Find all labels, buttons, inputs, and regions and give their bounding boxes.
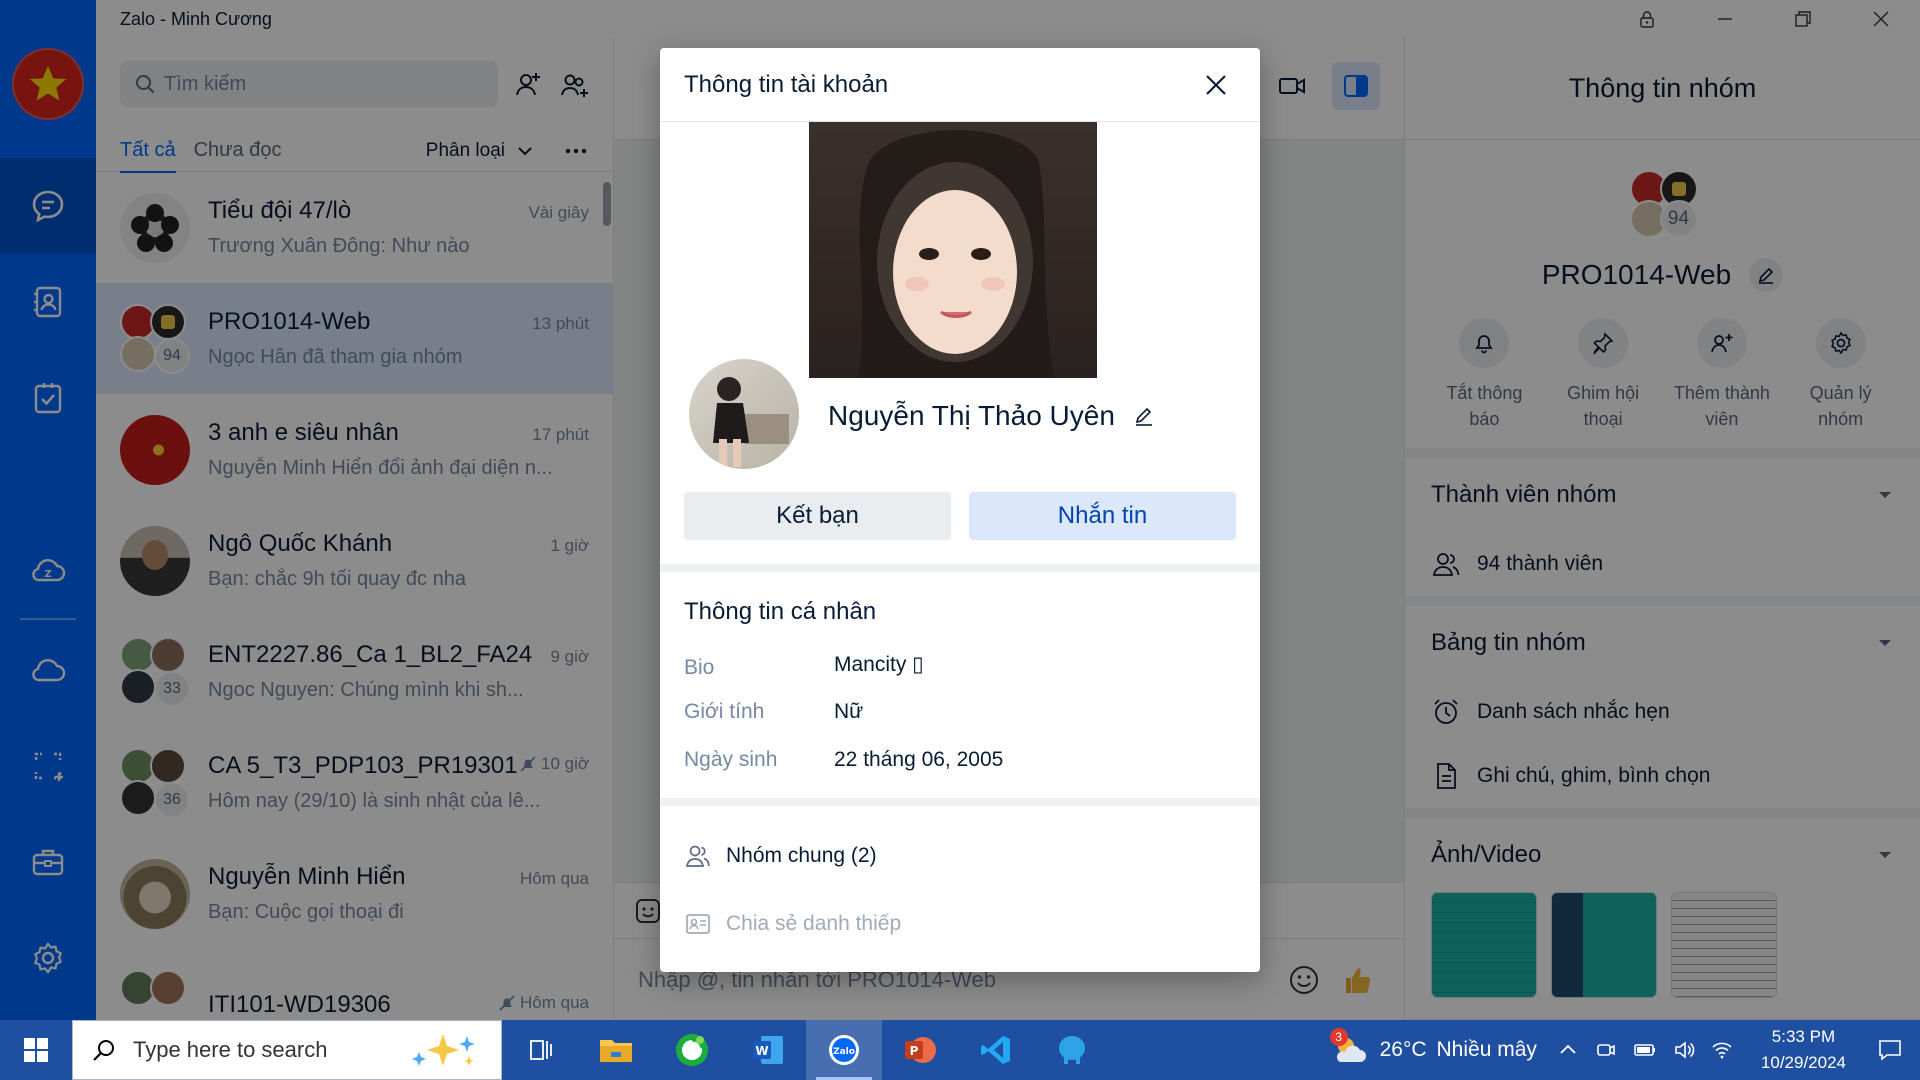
task-view-icon <box>530 1040 552 1060</box>
windows-taskbar: W Zalo P 3 26°C Nhiều mây 5:33 PM 10/29/… <box>0 1020 1920 1080</box>
profile-avatar[interactable] <box>686 356 802 472</box>
modal-header: Thông tin tài khoản <box>660 48 1260 122</box>
clock-date: 10/29/2024 <box>1760 1053 1846 1072</box>
common-groups-row[interactable]: Nhóm chung (2) <box>684 842 877 870</box>
send-message-button[interactable]: Nhắn tin <box>969 492 1236 540</box>
weather-text: Nhiều mây <box>1436 1038 1537 1061</box>
search-icon <box>93 1040 114 1061</box>
temperature: 26°C <box>1379 1038 1427 1061</box>
svg-text:W: W <box>755 1044 768 1058</box>
coccoc-browser-app[interactable] <box>654 1020 730 1080</box>
field-key: Giới tính <box>684 700 765 723</box>
weather-icon-wrap: 3 <box>1329 1028 1370 1068</box>
powerpoint-app[interactable]: P <box>882 1020 958 1080</box>
section-divider <box>660 564 1260 572</box>
common-groups-label: Nhóm chung (2) <box>726 844 877 867</box>
avatar-image <box>713 377 789 467</box>
sparkle-icon <box>412 1034 475 1066</box>
powerpoint-icon: P <box>905 1037 936 1063</box>
zalo-icon: Zalo <box>829 1035 859 1065</box>
meet-now-icon[interactable] <box>1595 1039 1617 1061</box>
folder-icon <box>600 1040 632 1062</box>
elephant-icon <box>1059 1036 1085 1064</box>
start-button[interactable] <box>0 1020 72 1080</box>
field-value: Mancity ▯ <box>834 653 924 676</box>
profile-actions: Kết bạn Nhắn tin <box>684 492 1236 540</box>
task-view-button[interactable] <box>502 1020 578 1080</box>
clock-time: 5:33 PM <box>1771 1027 1836 1046</box>
cover-image <box>859 130 1054 378</box>
close-modal-button[interactable] <box>1196 65 1236 105</box>
svg-text:P: P <box>910 1044 919 1058</box>
bio-row: Bio Mancity ▯ <box>684 652 924 680</box>
notification-icon <box>1879 1040 1901 1061</box>
zalo-app[interactable]: Zalo <box>806 1020 882 1080</box>
personal-info-title: Thông tin cá nhân <box>684 598 877 625</box>
group-icon <box>685 845 710 867</box>
share-card-row[interactable]: Chia sẻ danh thiếp <box>684 910 901 938</box>
modal-title: Thông tin tài khoản <box>684 70 889 98</box>
battery-icon[interactable] <box>1633 1039 1657 1061</box>
pgadmin-app[interactable] <box>1034 1020 1110 1080</box>
wifi-icon[interactable] <box>1711 1039 1733 1061</box>
taskbar-search[interactable] <box>72 1020 502 1080</box>
pencil-icon[interactable] <box>1133 405 1155 427</box>
business-card-icon <box>686 914 710 934</box>
field-value: 22 tháng 06, 2005 <box>834 748 1004 771</box>
word-app[interactable]: W <box>730 1020 806 1080</box>
birthday-row: Ngày sinh 22 tháng 06, 2005 <box>684 748 1003 772</box>
taskbar-search-input[interactable] <box>133 1037 393 1063</box>
weather-widget[interactable]: 3 26°C Nhiều mây <box>1329 1028 1557 1068</box>
share-card-label: Chia sẻ danh thiếp <box>726 912 902 935</box>
system-clock[interactable]: 5:33 PM 10/29/2024 <box>1747 1024 1860 1076</box>
browser-icon <box>676 1034 708 1066</box>
profile-name: Nguyễn Thị Thảo Uyên <box>828 400 1115 431</box>
svg-text:Zalo: Zalo <box>833 1047 855 1057</box>
vscode-icon <box>981 1036 1010 1064</box>
file-explorer-app[interactable] <box>578 1020 654 1080</box>
notification-center-button[interactable] <box>1860 1020 1920 1080</box>
gender-row: Giới tính Nữ <box>684 700 863 724</box>
chevron-up-icon[interactable] <box>1557 1039 1579 1061</box>
field-value: Nữ <box>834 700 864 723</box>
weather-badge: 3 <box>1329 1028 1348 1046</box>
system-tray <box>1557 1039 1747 1061</box>
close-icon <box>1206 74 1226 95</box>
field-key: Ngày sinh <box>684 748 778 771</box>
windows-logo-icon <box>24 1038 48 1062</box>
account-info-modal: Thông tin tài khoản Nguyễn Thị Thảo Uyên <box>660 48 1260 972</box>
volume-icon[interactable] <box>1673 1039 1695 1061</box>
cover-photo[interactable] <box>809 122 1097 378</box>
word-icon: W <box>753 1036 783 1064</box>
profile-name-row: Nguyễn Thị Thảo Uyên <box>828 400 1155 432</box>
field-key: Bio <box>684 656 715 679</box>
section-divider <box>660 798 1260 806</box>
add-friend-button[interactable]: Kết bạn <box>684 492 951 540</box>
vscode-app[interactable] <box>958 1020 1034 1080</box>
